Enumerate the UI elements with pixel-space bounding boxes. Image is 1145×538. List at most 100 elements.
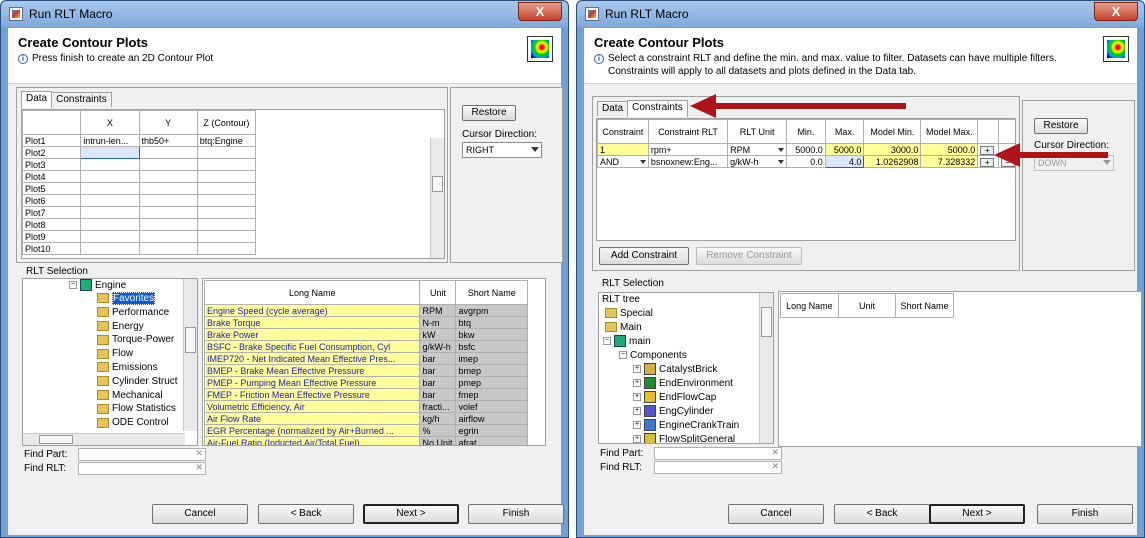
rlt-unit-cell[interactable]: RPM <box>727 143 788 156</box>
x-cell[interactable] <box>80 242 140 255</box>
table-row[interactable]: Plot1 intrun-len... thb50+ btq:Engine <box>22 134 257 147</box>
expand-icon[interactable]: + <box>633 435 641 443</box>
table-row[interactable]: Brake Power kW bkw <box>203 328 528 341</box>
find-rlt-input[interactable]: ✕ <box>654 461 782 474</box>
remove-constraint-button[interactable]: Remove Constraint <box>696 247 802 265</box>
tree-node-performance[interactable]: Performance <box>97 306 169 320</box>
tab-data[interactable]: Data <box>21 91 53 108</box>
column-header-y[interactable]: Y <box>138 110 198 135</box>
x-cell[interactable] <box>80 146 140 159</box>
rlt-tree[interactable]: − Engine Favorites Performance Energy Torque-… <box>22 278 198 446</box>
y-cell[interactable] <box>138 230 198 243</box>
model-max-cell[interactable]: 7.328332 <box>920 155 979 168</box>
clear-icon[interactable]: ✕ <box>195 448 203 459</box>
tree-node-main[interactable]: − main <box>603 335 651 349</box>
finish-button[interactable]: Finish <box>468 504 564 524</box>
column-header-min[interactable]: Min. <box>786 119 826 144</box>
tree-root[interactable]: RLT tree <box>602 293 640 307</box>
tree-node-flowsplitgeneral[interactable]: + FlowSplitGeneral <box>633 433 735 443</box>
z-cell[interactable] <box>196 146 257 159</box>
expand-icon[interactable]: + <box>633 365 641 374</box>
table-row[interactable]: EGR Percentage (normalized by Air+Burned… <box>203 424 528 437</box>
close-button[interactable]: X <box>518 2 562 21</box>
x-cell[interactable] <box>80 158 140 171</box>
tree-node-energy[interactable]: Energy <box>97 320 144 334</box>
chevron-down-icon[interactable] <box>778 160 785 164</box>
tree-node-engcylinder[interactable]: + EngCylinder <box>633 405 713 419</box>
constraint-operator-cell[interactable]: AND <box>597 155 649 168</box>
table-row[interactable]: Brake Torque N-m btq <box>203 316 528 329</box>
rlt-unit-cell[interactable]: g/kW-h <box>727 155 788 168</box>
y-cell[interactable]: thb50+ <box>138 134 198 147</box>
table-row[interactable]: Plot7 <box>22 206 257 219</box>
left-title-bar[interactable]: Run RLT Macro X <box>1 1 568 27</box>
expand-icon[interactable]: + <box>633 407 641 416</box>
restore-button[interactable]: Restore <box>462 105 516 121</box>
scroll-thumb[interactable] <box>761 307 772 337</box>
collapse-icon[interactable]: − <box>619 351 627 360</box>
vertical-scrollbar[interactable] <box>430 138 444 258</box>
model-min-cell[interactable]: 1.0262908 <box>863 155 922 168</box>
table-row[interactable]: Plot6 <box>22 194 257 207</box>
tree-node-components[interactable]: − Components <box>619 349 687 363</box>
z-cell[interactable] <box>196 218 257 231</box>
constraint-row[interactable]: 1 rpm+ RPM 5000.0 5000.0 3000.0 5000.0 + <box>597 143 1015 156</box>
z-cell[interactable] <box>196 170 257 183</box>
tree-node-cylinder-struct[interactable]: Cylinder Struct <box>97 375 178 389</box>
y-cell[interactable] <box>138 182 198 195</box>
column-header-x[interactable]: X <box>80 110 140 135</box>
z-cell[interactable] <box>196 230 257 243</box>
next-button[interactable]: Next > <box>363 504 459 524</box>
table-row[interactable]: BSFC - Brake Specific Fuel Consumption, … <box>203 340 528 353</box>
rlt-tree[interactable]: RLT tree Special Main − main − Components + Cata… <box>598 292 774 444</box>
tree-node-engine[interactable]: − Engine <box>69 279 126 293</box>
tree-node-endenvironment[interactable]: + EndEnvironment <box>633 377 733 391</box>
y-cell[interactable] <box>138 194 198 207</box>
y-cell[interactable] <box>138 158 198 171</box>
column-header-long-name[interactable]: Long Name <box>780 293 839 318</box>
tree-vertical-scrollbar[interactable] <box>759 293 773 443</box>
table-row[interactable]: Air Flow Rate kg/h airflow <box>203 412 528 425</box>
column-header-rlt-unit[interactable]: RLT Unit <box>727 119 788 144</box>
model-min-cell[interactable]: 3000.0 <box>863 143 922 156</box>
z-cell[interactable] <box>196 194 257 207</box>
tree-node-favorites[interactable]: Favorites <box>97 292 156 306</box>
back-button[interactable]: < Back <box>258 504 354 524</box>
x-cell[interactable] <box>80 206 140 219</box>
close-button[interactable]: X <box>1094 2 1138 21</box>
clear-icon[interactable]: ✕ <box>195 462 203 473</box>
max-cell[interactable]: 5000.0 <box>824 143 865 156</box>
table-row[interactable]: FMEP - Friction Mean Effective Pressure b… <box>203 388 528 401</box>
table-row[interactable]: Plot4 <box>22 170 257 183</box>
right-title-bar[interactable]: Run RLT Macro X <box>577 1 1144 27</box>
tree-vertical-scrollbar[interactable] <box>183 279 197 431</box>
constraint-operator-cell[interactable]: 1 <box>597 143 649 156</box>
column-header-model-max[interactable]: Model Max. <box>920 119 979 144</box>
expand-icon[interactable]: + <box>633 379 641 388</box>
tree-node-enginecranktrain[interactable]: + EngineCrankTrain <box>633 419 739 433</box>
table-row[interactable]: Air-Fuel Ratio (Inducted Air/Total Fuel)… <box>203 436 528 445</box>
table-row[interactable]: BMEP - Brake Mean Effective Pressure bar b… <box>203 364 528 377</box>
table-row[interactable]: Plot2 <box>22 146 257 159</box>
x-cell[interactable] <box>80 230 140 243</box>
min-cell[interactable]: 0.0 <box>786 155 826 168</box>
column-header-max[interactable]: Max. <box>824 119 865 144</box>
column-header-z[interactable]: Z (Contour) <box>196 110 257 135</box>
constraint-row[interactable]: AND bsnoxnew:Eng... g/kW-h 0.0 4.0 1.0262908 7… <box>597 155 1015 168</box>
cursor-direction-select[interactable]: RIGHT <box>462 142 542 158</box>
clear-icon[interactable]: ✕ <box>771 461 779 472</box>
expand-icon[interactable]: + <box>633 421 641 430</box>
table-row[interactable]: Engine Speed (cycle average) RPM avgrpm <box>203 304 528 317</box>
tree-node-emissions[interactable]: Emissions <box>97 361 158 375</box>
y-cell[interactable] <box>138 218 198 231</box>
z-cell[interactable] <box>196 206 257 219</box>
collapse-icon[interactable]: − <box>69 281 77 290</box>
clear-icon[interactable]: ✕ <box>771 447 779 458</box>
column-header-long-name[interactable]: Long Name <box>203 280 421 305</box>
tree-node-catalystbrick[interactable]: + CatalystBrick <box>633 363 717 377</box>
tree-node-main-folder[interactable]: Main <box>605 321 642 335</box>
z-cell[interactable]: btq:Engine <box>196 134 257 147</box>
y-cell[interactable] <box>138 206 198 219</box>
scroll-thumb[interactable] <box>39 435 73 444</box>
table-row[interactable]: Plot10 <box>22 242 257 255</box>
